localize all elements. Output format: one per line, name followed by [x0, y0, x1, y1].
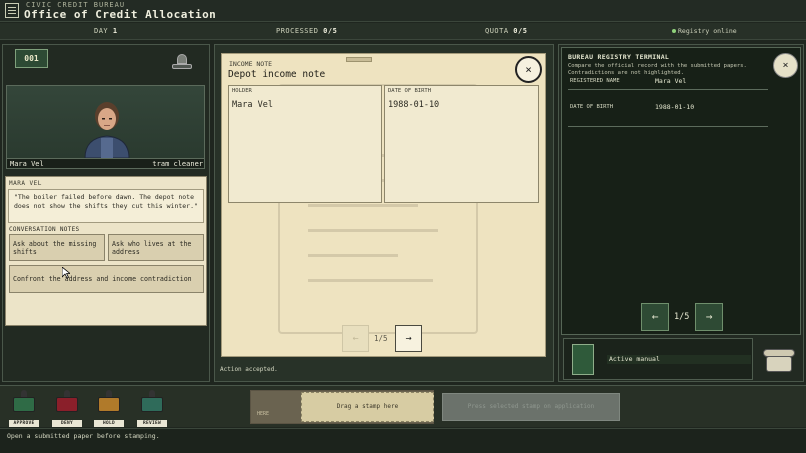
income-note-document[interactable]: INCOME NOTE Depot income note × HOLDER M… [221, 53, 546, 357]
dialog-card: MARA VEL "The boiler failed before dawn.… [5, 176, 207, 326]
document-title: Depot income note [228, 69, 326, 80]
document-type: INCOME NOTE [229, 60, 273, 68]
approve-stamp-label: APPROVE [9, 420, 39, 427]
applicant-occupation: tram cleaner [152, 160, 203, 168]
manual-selector[interactable]: Active manual [563, 338, 753, 380]
holder-label: HOLDER [232, 88, 252, 94]
applicant-name-strip: Mara Vel tram cleaner [7, 158, 204, 168]
applicant-name: Mara Vel [10, 160, 44, 168]
bureau-logo-icon [5, 3, 19, 18]
holder-value: Mara Vel [232, 100, 273, 110]
confront-contradiction-button[interactable]: Confront the address and income contradi… [9, 265, 204, 293]
document-page-indicator: 1/5 [374, 334, 388, 343]
registry-status: Registry online [678, 27, 737, 35]
tray-hint: HERE [257, 411, 270, 417]
terminal-description: Compare the official record with the sub… [568, 63, 747, 76]
registered-name-label: REGISTERED NAME [570, 78, 620, 84]
registry-prev-button[interactable]: ← [641, 303, 669, 331]
registry-online-dot-icon [672, 29, 676, 33]
approve-stamp-block [13, 397, 35, 412]
processed-indicator: PROCESSED 0/5 [276, 27, 337, 35]
review-stamp-label: REVIEW [137, 420, 167, 427]
call-bell-icon[interactable] [171, 52, 193, 74]
registry-dob-label: DATE OF BIRTH [570, 104, 614, 110]
dob-label: DATE OF BIRTH [388, 88, 432, 94]
quota-indicator: QUOTA 0/5 [485, 27, 527, 35]
terminal-divider [568, 89, 768, 90]
registered-name-value: Mara Vel [655, 77, 687, 85]
terminal-divider [568, 126, 768, 127]
telephone-icon[interactable] [761, 346, 797, 374]
registry-terminal: BUREAU REGISTRY TERMINAL Compare the off… [561, 47, 801, 335]
dob-value: 1988-01-10 [388, 100, 440, 110]
approve-stamp-icon[interactable] [12, 390, 36, 414]
day-label: DAY [94, 27, 109, 35]
close-terminal-button[interactable]: × [773, 53, 798, 78]
hold-stamp-block [98, 397, 120, 412]
status-bar: DAY 1 PROCESSED 0/5 QUOTA 0/5 Registry o… [0, 23, 806, 40]
holder-field: HOLDER Mara Vel [228, 85, 382, 203]
document-pager: ← 1/5 → [342, 325, 422, 353]
close-document-button[interactable]: × [515, 56, 542, 83]
applicant-portrait: Mara Vel tram cleaner [6, 85, 205, 169]
hold-stamp-icon[interactable] [97, 390, 121, 414]
app-title: Office of Credit Allocation [24, 8, 217, 21]
applicant-quote: "The boiler failed before dawn. The depo… [8, 189, 204, 223]
active-manual-label: Active manual [607, 355, 751, 364]
hold-stamp-label: HOLD [94, 420, 124, 427]
next-page-button[interactable]: → [395, 325, 422, 352]
quota-label: QUOTA [485, 27, 509, 35]
registry-dob-value: 1988-01-10 [655, 103, 695, 111]
manual-book-icon[interactable] [572, 344, 594, 375]
apply-stamp-button[interactable]: Press selected stamp on application [442, 393, 620, 421]
previous-page-button[interactable]: ← [342, 325, 369, 352]
ask-who-lives-button[interactable]: Ask who lives at the address [108, 234, 204, 261]
paper-clip [346, 57, 372, 62]
deny-stamp-label: DENY [52, 420, 82, 427]
day-value: 1 [112, 27, 118, 35]
processed-label: PROCESSED [276, 27, 319, 35]
action-log: Action accepted. [220, 366, 278, 373]
processed-value: 0/5 [323, 27, 338, 35]
applicant-figure-icon [84, 102, 130, 158]
stamp-drop-zone[interactable]: Drag a stamp here [301, 392, 434, 422]
conversation-notes-label: CONVERSATION NOTES [9, 226, 80, 233]
ask-missing-shifts-button[interactable]: Ask about the missing shifts [9, 234, 105, 261]
day-indicator: DAY 1 [94, 27, 118, 35]
queue-number-badge: 001 [15, 49, 48, 68]
registry-next-button[interactable]: → [695, 303, 723, 331]
deny-stamp-block [56, 397, 78, 412]
registry-page-indicator: 1/5 [674, 312, 690, 322]
footer-message: Open a submitted paper before stamping. [7, 432, 160, 440]
mouse-cursor-icon [62, 267, 70, 279]
speaker-label: MARA VEL [9, 180, 42, 187]
review-stamp-icon[interactable] [140, 390, 164, 414]
terminal-title: BUREAU REGISTRY TERMINAL [568, 53, 670, 61]
deny-stamp-icon[interactable] [55, 390, 79, 414]
review-stamp-block [141, 397, 163, 412]
quota-value: 0/5 [513, 27, 528, 35]
footer-bar: Open a submitted paper before stamping. [0, 428, 806, 453]
dob-field: DATE OF BIRTH 1988-01-10 [384, 85, 539, 203]
title-bar: CIVIC CREDIT BUREAU Office of Credit All… [0, 0, 806, 22]
